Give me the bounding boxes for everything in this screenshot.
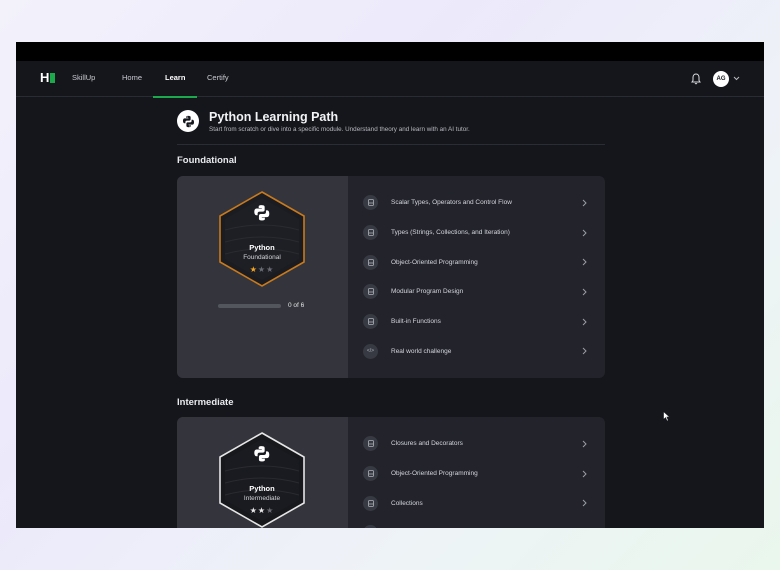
chevron-right-icon bbox=[582, 288, 587, 296]
nav-item-home[interactable]: Home bbox=[122, 61, 142, 97]
module-list: Scalar Types, Operators and Control Flow… bbox=[348, 176, 605, 378]
document-icon bbox=[363, 466, 378, 482]
star-empty-icon: ★ bbox=[266, 265, 275, 274]
star-filled-icon: ★ bbox=[257, 506, 267, 515]
badge-stars: ★★★ bbox=[216, 506, 308, 515]
chevron-right-icon bbox=[582, 440, 587, 448]
star-empty-icon: ★ bbox=[266, 506, 275, 515]
module-item[interactable]: Collections bbox=[348, 488, 605, 518]
section-title-foundational: Foundational bbox=[177, 155, 237, 166]
logo-letter: H bbox=[40, 70, 50, 85]
module-label: Object-Oriented Programming bbox=[391, 470, 478, 478]
module-label: Real world challenge bbox=[391, 347, 452, 355]
avatar[interactable]: AG bbox=[713, 71, 729, 87]
header-divider bbox=[177, 144, 605, 145]
module-item[interactable]: Modular Program Design bbox=[348, 277, 605, 307]
nav-item-certify[interactable]: Certify bbox=[207, 61, 229, 97]
module-label: Object-Oriented Programming bbox=[391, 258, 478, 266]
nav-item-learn[interactable]: Learn bbox=[152, 61, 199, 98]
page-title: Python Learning Path bbox=[209, 110, 339, 124]
module-label: Closures and Decorators bbox=[391, 440, 463, 448]
module-item[interactable]: Object-Oriented Programming bbox=[348, 459, 605, 489]
foundational-card: Python Foundational ★★★ 0 of 6 Scalar Ty… bbox=[177, 176, 605, 378]
intermediate-card: Python Intermediate ★★★ Closures and Dec… bbox=[177, 417, 605, 528]
nav-brand-skillup[interactable]: SkillUp bbox=[72, 61, 95, 97]
module-label: Collections bbox=[391, 499, 423, 507]
badge-title: Python bbox=[249, 484, 275, 493]
chevron-right-icon bbox=[582, 199, 587, 207]
mouse-cursor-icon bbox=[663, 411, 671, 422]
module-item[interactable] bbox=[348, 518, 605, 528]
module-item[interactable]: </> Real world challenge bbox=[348, 336, 605, 366]
chevron-down-icon[interactable] bbox=[733, 76, 740, 81]
document-icon bbox=[363, 225, 378, 241]
module-label: Scalar Types, Operators and Control Flow bbox=[391, 199, 512, 207]
chevron-right-icon bbox=[582, 259, 587, 266]
document-icon bbox=[363, 195, 378, 211]
star-empty-icon: ★ bbox=[257, 265, 267, 274]
progress-text: 0 of 6 bbox=[288, 302, 305, 309]
module-item[interactable]: Object-Oriented Programming bbox=[348, 247, 605, 277]
chevron-right-icon bbox=[582, 229, 587, 237]
module-label: Types (Strings, Collections, and Iterati… bbox=[391, 229, 510, 237]
app-window: H SkillUp Home Learn Certify AG Python L… bbox=[16, 42, 764, 528]
document-icon bbox=[363, 254, 378, 270]
badge-stars: ★★★ bbox=[216, 265, 308, 274]
module-item[interactable]: Closures and Decorators bbox=[348, 429, 605, 459]
badge-level: Foundational bbox=[243, 254, 281, 261]
python-foundational-badge[interactable]: Python Foundational ★★★ bbox=[216, 190, 308, 288]
module-list: Closures and Decorators Object-Oriented … bbox=[348, 417, 605, 528]
star-filled-icon: ★ bbox=[249, 265, 258, 274]
chevron-right-icon bbox=[582, 318, 587, 326]
window-top-strip bbox=[16, 42, 764, 61]
badge-level: Intermediate bbox=[243, 495, 281, 502]
module-label: Built-in Functions bbox=[391, 318, 441, 326]
document-icon bbox=[363, 314, 378, 330]
chevron-right-icon bbox=[582, 348, 587, 355]
star-filled-icon: ★ bbox=[249, 506, 258, 515]
document-icon bbox=[363, 284, 378, 300]
hackerrank-logo[interactable]: H bbox=[40, 70, 56, 85]
badge-panel: Python Intermediate ★★★ bbox=[177, 417, 348, 528]
module-item[interactable]: Types (Strings, Collections, and Iterati… bbox=[348, 218, 605, 248]
progress-bar bbox=[218, 304, 281, 308]
document-icon bbox=[363, 436, 378, 452]
module-label: Modular Program Design bbox=[391, 288, 464, 296]
module-item[interactable]: Built-in Functions bbox=[348, 307, 605, 337]
document-icon bbox=[363, 525, 378, 528]
top-navbar: H SkillUp Home Learn Certify AG bbox=[16, 61, 764, 98]
document-icon bbox=[363, 495, 378, 511]
module-item[interactable]: Scalar Types, Operators and Control Flow bbox=[348, 188, 605, 218]
bell-icon[interactable] bbox=[691, 73, 701, 85]
badge-title: Python bbox=[249, 243, 275, 252]
python-intermediate-badge[interactable]: Python Intermediate ★★★ bbox=[216, 431, 308, 528]
section-title-intermediate: Intermediate bbox=[177, 397, 234, 408]
page-subtitle: Start from scratch or dive into a specif… bbox=[209, 126, 470, 133]
python-logo-icon bbox=[177, 110, 199, 132]
chevron-right-icon bbox=[582, 500, 587, 507]
badge-panel: Python Foundational ★★★ 0 of 6 bbox=[177, 176, 348, 378]
chevron-right-icon bbox=[582, 470, 587, 478]
logo-bar bbox=[50, 73, 56, 83]
code-icon: </> bbox=[363, 343, 378, 359]
